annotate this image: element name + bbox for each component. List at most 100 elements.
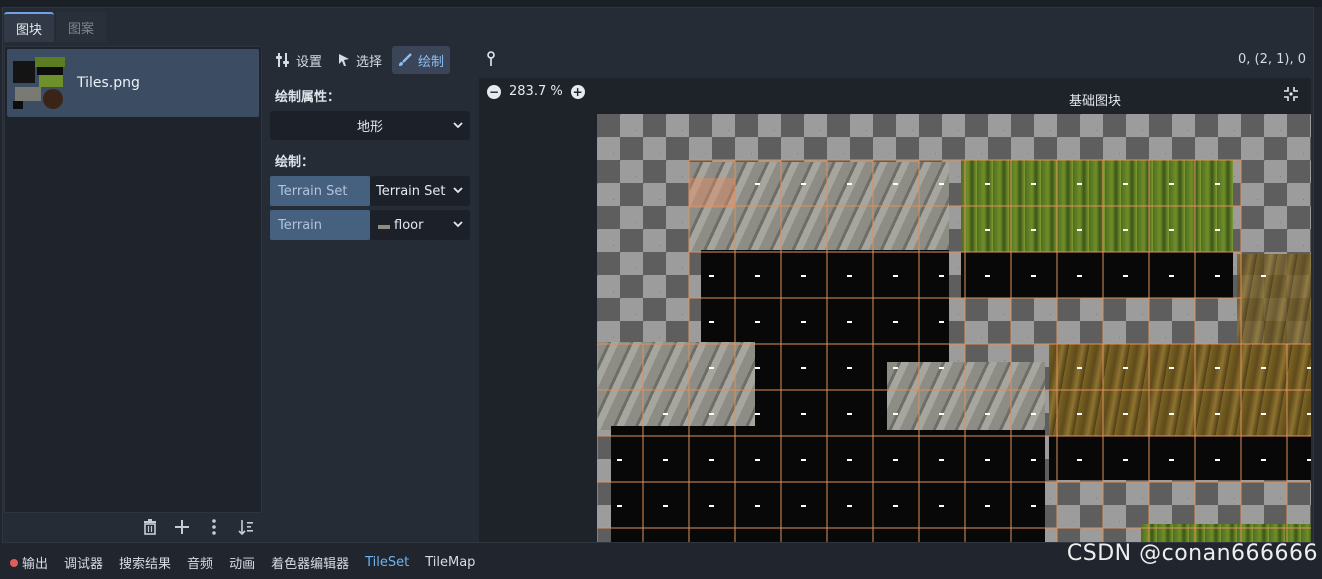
tile-marker (893, 367, 898, 369)
tile-marker (1215, 459, 1220, 461)
error-dot-icon (10, 558, 18, 567)
chevron-down-icon (453, 122, 463, 129)
zoom-level[interactable]: 283.7 % (509, 84, 563, 99)
tile-marker (1123, 367, 1128, 369)
paint-property-select[interactable]: 地形 (270, 111, 470, 140)
tile-marker (939, 275, 944, 277)
list-item[interactable]: Tiles.png (7, 49, 259, 117)
wrench-icon (276, 53, 289, 67)
mode-toolbar: 设置 选择 绘制 (270, 46, 451, 74)
tile-marker (893, 413, 898, 415)
tile-marker (847, 413, 852, 415)
zoom-out-icon[interactable]: − (487, 84, 501, 99)
zoom-in-icon[interactable]: + (570, 84, 585, 99)
source-tabs: 图块 图案 (4, 12, 108, 44)
atlas-view[interactable]: − 283.7 % + 基础图块 (479, 78, 1311, 542)
terrain-select[interactable]: floor (370, 210, 470, 240)
plus-icon[interactable] (172, 517, 192, 537)
tile-marker (893, 459, 898, 461)
tile-marker (985, 459, 990, 461)
bottom-tab-search-results[interactable]: 搜索结果 (119, 553, 171, 572)
tile-marker (1261, 413, 1266, 415)
tile-marker (1031, 275, 1036, 277)
terrain-label: Terrain (270, 210, 370, 240)
mode-select-button[interactable]: 选择 (332, 46, 388, 74)
tile-marker (847, 183, 852, 185)
tile-marker (755, 321, 760, 323)
sort-icon[interactable] (236, 517, 256, 537)
terrain-set-label: Terrain Set (270, 176, 370, 206)
tile-atlas-canvas[interactable] (597, 114, 1311, 542)
atlas-title: 基础图块 (1069, 94, 1122, 109)
tile-marker (1169, 229, 1174, 231)
bottom-tab-tileset[interactable]: TileSet (365, 555, 409, 570)
tileset-thumbnail (13, 57, 65, 109)
tile-marker (709, 321, 714, 323)
tile-marker (1031, 459, 1036, 461)
tile-marker (1169, 183, 1174, 185)
paint-property-value: 地形 (356, 120, 383, 135)
tile-marker (939, 367, 944, 369)
terrain-swatch-icon (378, 225, 390, 233)
tile-marker (1123, 229, 1128, 231)
pin-icon[interactable] (484, 50, 498, 68)
tile-marker (801, 413, 806, 415)
tile-marker (939, 459, 944, 461)
tile-marker (893, 505, 898, 507)
tile-marker (1215, 413, 1220, 415)
tile-grid (597, 159, 1311, 542)
mode-setup-button[interactable]: 设置 (270, 46, 328, 74)
tile-marker (1123, 275, 1128, 277)
tile-marker (1215, 229, 1220, 231)
watermark-text: CSDN @conan666666 (1066, 541, 1318, 566)
tile-marker (755, 183, 760, 185)
tile-marker (1169, 413, 1174, 415)
tile-marker (801, 321, 806, 323)
tile-marker (847, 321, 852, 323)
bottom-tab-tilemap[interactable]: TileMap (425, 555, 475, 570)
tab-patterns[interactable]: 图案 (56, 12, 107, 42)
tile-marker (617, 459, 622, 461)
tile-marker (1077, 183, 1082, 185)
bottom-tab-shader-editor[interactable]: 着色器编辑器 (271, 553, 349, 572)
kebab-menu-icon[interactable] (204, 517, 224, 537)
tile-marker (939, 183, 944, 185)
tile-marker (709, 413, 714, 415)
tile-marker (1307, 413, 1311, 415)
bottom-tab-audio[interactable]: 音频 (187, 553, 213, 572)
tile-marker (801, 275, 806, 277)
bottom-tab-debugger[interactable]: 调试器 (64, 553, 103, 572)
zoom-controls: − 283.7 % + (487, 84, 585, 99)
tile-marker (755, 505, 760, 507)
source-toolbar (140, 517, 256, 537)
tile-marker (1077, 229, 1082, 231)
tile-marker (847, 367, 852, 369)
tab-tiles[interactable]: 图块 (4, 12, 55, 42)
bottom-tab-output[interactable]: 输出 (10, 553, 48, 572)
tile-marker (1261, 459, 1266, 461)
bottom-tab-output-label: 输出 (22, 557, 49, 572)
trash-icon[interactable] (140, 517, 160, 537)
tile-marker (1261, 275, 1266, 277)
tile-marker (985, 505, 990, 507)
tile-marker (847, 275, 852, 277)
tile-marker (755, 367, 760, 369)
tile-marker (985, 183, 990, 185)
bottom-tab-animation[interactable]: 动画 (229, 553, 255, 572)
tile-marker (1169, 367, 1174, 369)
tile-marker (709, 459, 714, 461)
brush-icon (399, 53, 412, 66)
tile-marker (1123, 183, 1128, 185)
tile-marker (801, 505, 806, 507)
tile-coordinates: 0, (2, 1), 0 (1237, 52, 1306, 67)
tile-marker (1031, 183, 1036, 185)
terrain-set-value: Terrain Set (376, 183, 446, 199)
tile-marker (709, 367, 714, 369)
paint-heading: 绘制： (275, 155, 315, 170)
terrain-set-select[interactable]: Terrain Set (370, 176, 470, 206)
chevron-down-icon (453, 187, 463, 194)
mode-paint-button[interactable]: 绘制 (392, 46, 451, 74)
center-view-icon[interactable] (1283, 86, 1299, 102)
tile-marker (1031, 229, 1036, 231)
tile-marker (893, 321, 898, 323)
